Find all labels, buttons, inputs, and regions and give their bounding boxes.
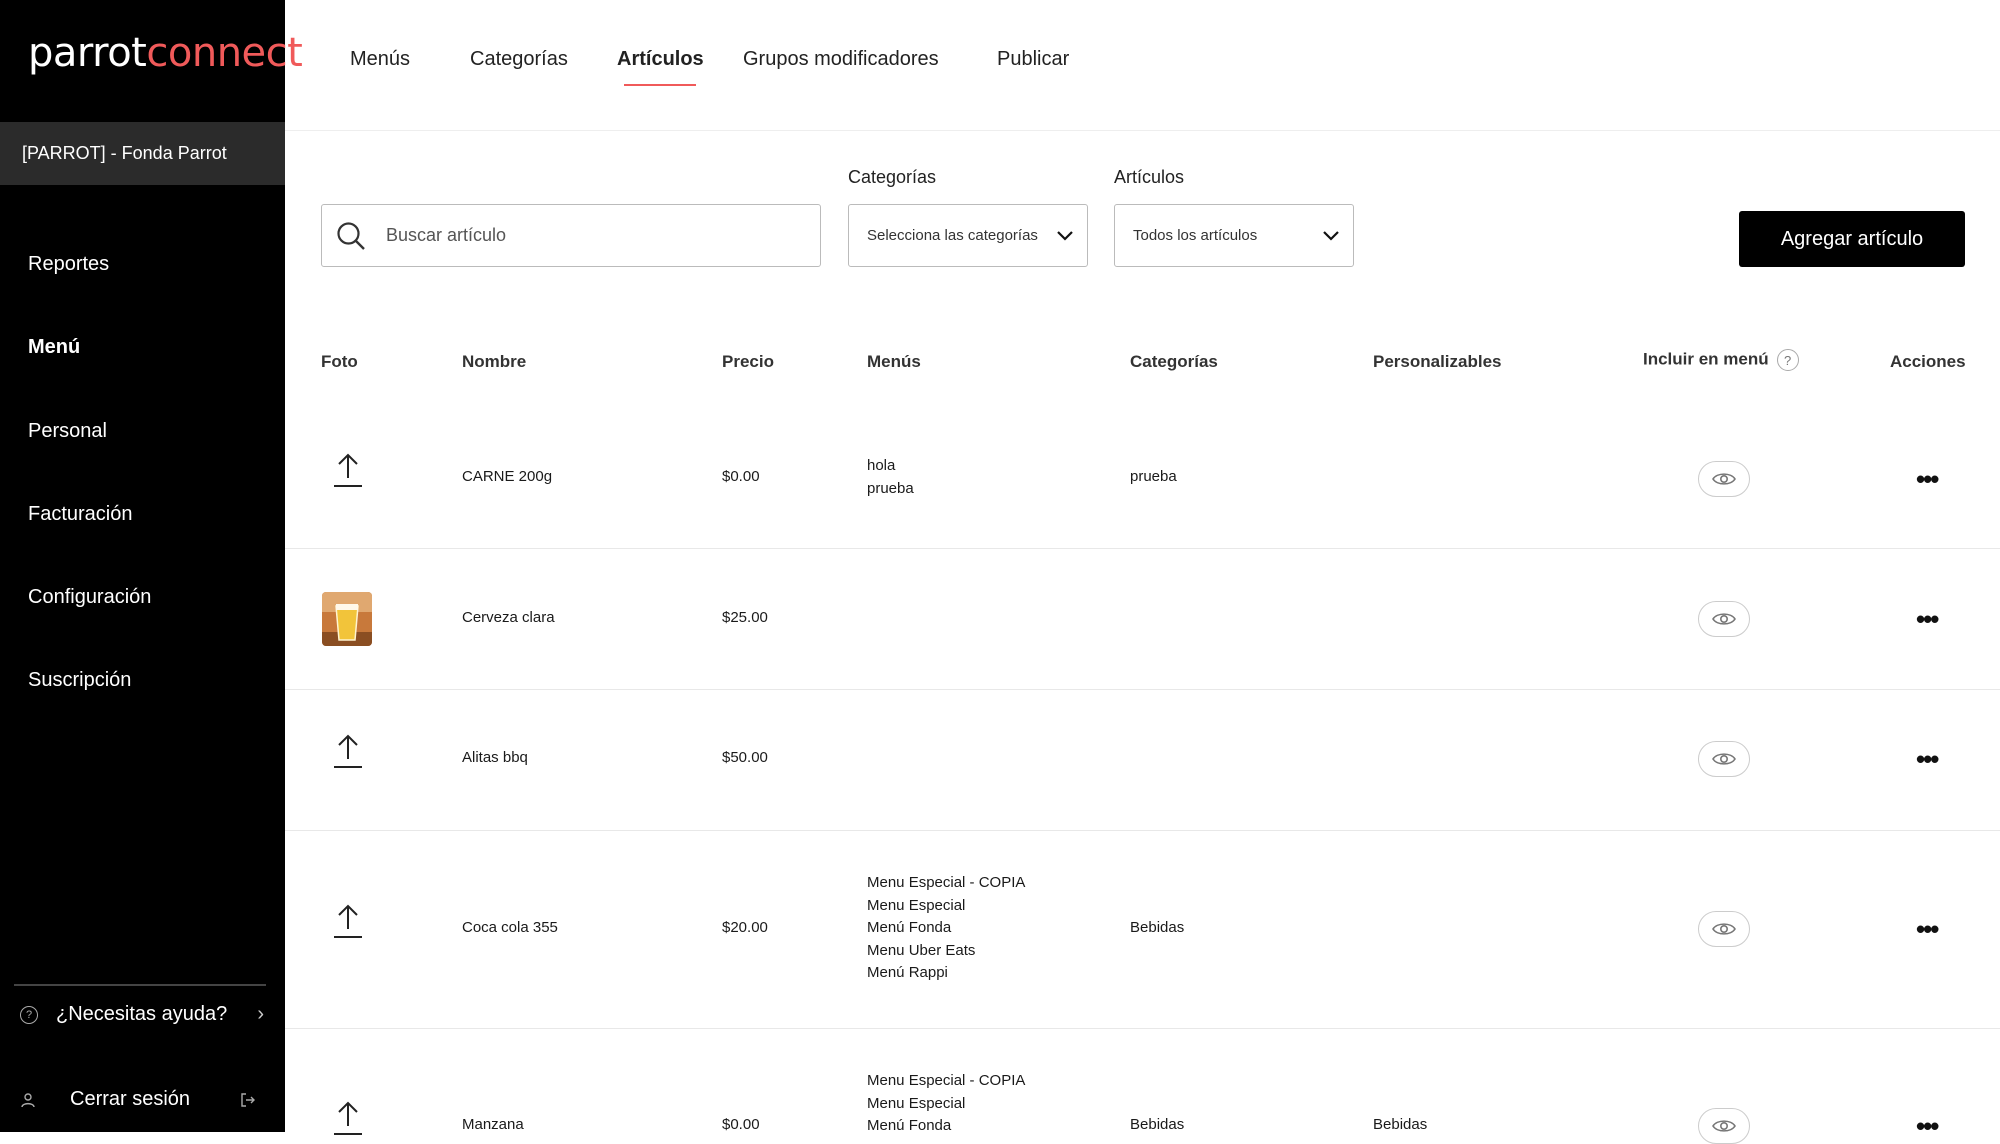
beer-photo-thumbnail[interactable]: [322, 592, 372, 646]
row-price: $25.00: [722, 609, 768, 626]
help-question-icon[interactable]: ?: [1776, 349, 1799, 371]
sidebar-item-suscripcion[interactable]: Suscripción: [28, 669, 131, 692]
sidebar-item-configuracion[interactable]: Configuración: [28, 586, 151, 609]
sidebar-item-personal[interactable]: Personal: [28, 420, 107, 443]
sidebar-item-menu[interactable]: Menú: [28, 336, 80, 359]
row-customizables: Bebidas: [1373, 1116, 1428, 1133]
row-price: $0.00: [722, 1116, 760, 1133]
upload-icon[interactable]: [333, 452, 363, 488]
header-precio: Precio: [722, 352, 774, 371]
logo-part-parrot: parrot: [28, 30, 147, 76]
search-icon: [337, 221, 365, 250]
tab-articulos[interactable]: Artículos: [617, 48, 704, 71]
restaurant-selector[interactable]: [PARROT] - Fonda Parrot: [0, 122, 285, 185]
articles-filter-label: Artículos: [1114, 167, 1185, 187]
tab-menus[interactable]: Menús: [350, 48, 410, 71]
include-in-menu-toggle[interactable]: [1698, 741, 1750, 777]
row-menus: Menu Especial - COPIA Menu Especial Menú…: [867, 874, 1026, 981]
more-actions-icon[interactable]: •••: [1916, 466, 1939, 492]
sidebar-item-reportes[interactable]: Reportes: [28, 253, 109, 276]
help-label: ¿Necesitas ayuda?: [56, 1003, 228, 1025]
row-menus: hola prueba: [867, 457, 914, 497]
eye-icon: [1712, 753, 1736, 765]
include-in-menu-toggle[interactable]: [1698, 461, 1750, 497]
chevron-right-icon: ›: [257, 1003, 264, 1025]
logout-label: Cerrar sesión: [70, 1088, 191, 1110]
row-divider: [285, 830, 2000, 831]
search-input[interactable]: [384, 224, 788, 247]
more-actions-icon[interactable]: •••: [1916, 1113, 1939, 1139]
sidebar-divider: [14, 984, 266, 986]
row-name: Coca cola 355: [462, 919, 558, 936]
row-price: $20.00: [722, 919, 768, 936]
tab-categorias[interactable]: Categorías: [470, 48, 568, 71]
header-menus: Menús: [867, 352, 921, 371]
logout-button[interactable]: Cerrar sesión: [20, 1088, 270, 1111]
row-categories: Bebidas: [1130, 1116, 1185, 1133]
include-in-menu-toggle[interactable]: [1698, 1108, 1750, 1144]
row-menus: Menu Especial - COPIA Menu Especial Menú…: [867, 1072, 1026, 1134]
eye-icon: [1712, 923, 1736, 935]
include-in-menu-toggle[interactable]: [1698, 911, 1750, 947]
help-icon: ?: [20, 1005, 38, 1024]
header-incluir-label: Incluir en menú: [1643, 349, 1769, 369]
logout-icon: [241, 1092, 255, 1107]
chevron-down-icon: [1323, 230, 1339, 241]
chevron-down-icon: [1057, 230, 1073, 241]
header-foto: Foto: [321, 352, 358, 371]
search-box[interactable]: [321, 204, 821, 267]
include-in-menu-toggle[interactable]: [1698, 601, 1750, 637]
articles-select-value: Todos los artículos: [1133, 227, 1258, 244]
person-icon: [21, 1092, 35, 1107]
row-price: $50.00: [722, 749, 768, 766]
upload-icon[interactable]: [333, 1100, 363, 1136]
tab-publicar[interactable]: Publicar: [997, 48, 1069, 71]
row-divider: [285, 689, 2000, 690]
row-categories: prueba: [1130, 468, 1177, 485]
more-actions-icon[interactable]: •••: [1916, 746, 1939, 772]
row-name: CARNE 200g: [462, 468, 553, 485]
categories-select[interactable]: Selecciona las categorías: [848, 204, 1088, 267]
active-tab-indicator: [624, 84, 696, 86]
header-incluir-en-menu: Incluir en menú?: [1643, 349, 1799, 371]
help-link[interactable]: ? ¿Necesitas ayuda? ›: [20, 1003, 270, 1026]
row-categories: Bebidas: [1130, 919, 1185, 936]
parrot-connect-logo[interactable]: parrotconnect: [28, 30, 303, 76]
row-price: $0.00: [722, 468, 760, 485]
add-article-button[interactable]: Agregar artículo: [1739, 211, 1965, 267]
row-name: Manzana: [462, 1116, 524, 1133]
row-divider: [285, 548, 2000, 549]
categories-select-value: Selecciona las categorías: [867, 227, 1038, 244]
tab-grupos-modificadores[interactable]: Grupos modificadores: [743, 48, 939, 71]
sidebar: parrotconnect [PARROT] - Fonda Parrot Re…: [0, 0, 303, 1132]
more-actions-icon[interactable]: •••: [1916, 916, 1939, 942]
header-personalizables: Personalizables: [1373, 352, 1502, 371]
eye-icon: [1712, 473, 1736, 485]
articles-select[interactable]: Todos los artículos: [1114, 204, 1354, 267]
row-divider: [285, 1028, 2000, 1029]
menu-tabs: Menús Categorías Artículos Grupos modifi…: [285, 0, 2000, 131]
logo-part-connect: connect: [146, 30, 303, 76]
header-nombre: Nombre: [462, 352, 527, 371]
upload-icon[interactable]: [333, 733, 363, 769]
header-acciones: Acciones: [1890, 352, 1966, 371]
sidebar-item-facturacion[interactable]: Facturación: [28, 503, 133, 526]
header-categorias: Categorías: [1130, 352, 1218, 371]
eye-icon: [1712, 613, 1736, 625]
categories-filter-label: Categorías: [848, 167, 937, 187]
row-name: Alitas bbq: [462, 749, 528, 766]
upload-icon[interactable]: [333, 903, 363, 939]
row-name: Cerveza clara: [462, 609, 555, 626]
more-actions-icon[interactable]: •••: [1916, 606, 1939, 632]
